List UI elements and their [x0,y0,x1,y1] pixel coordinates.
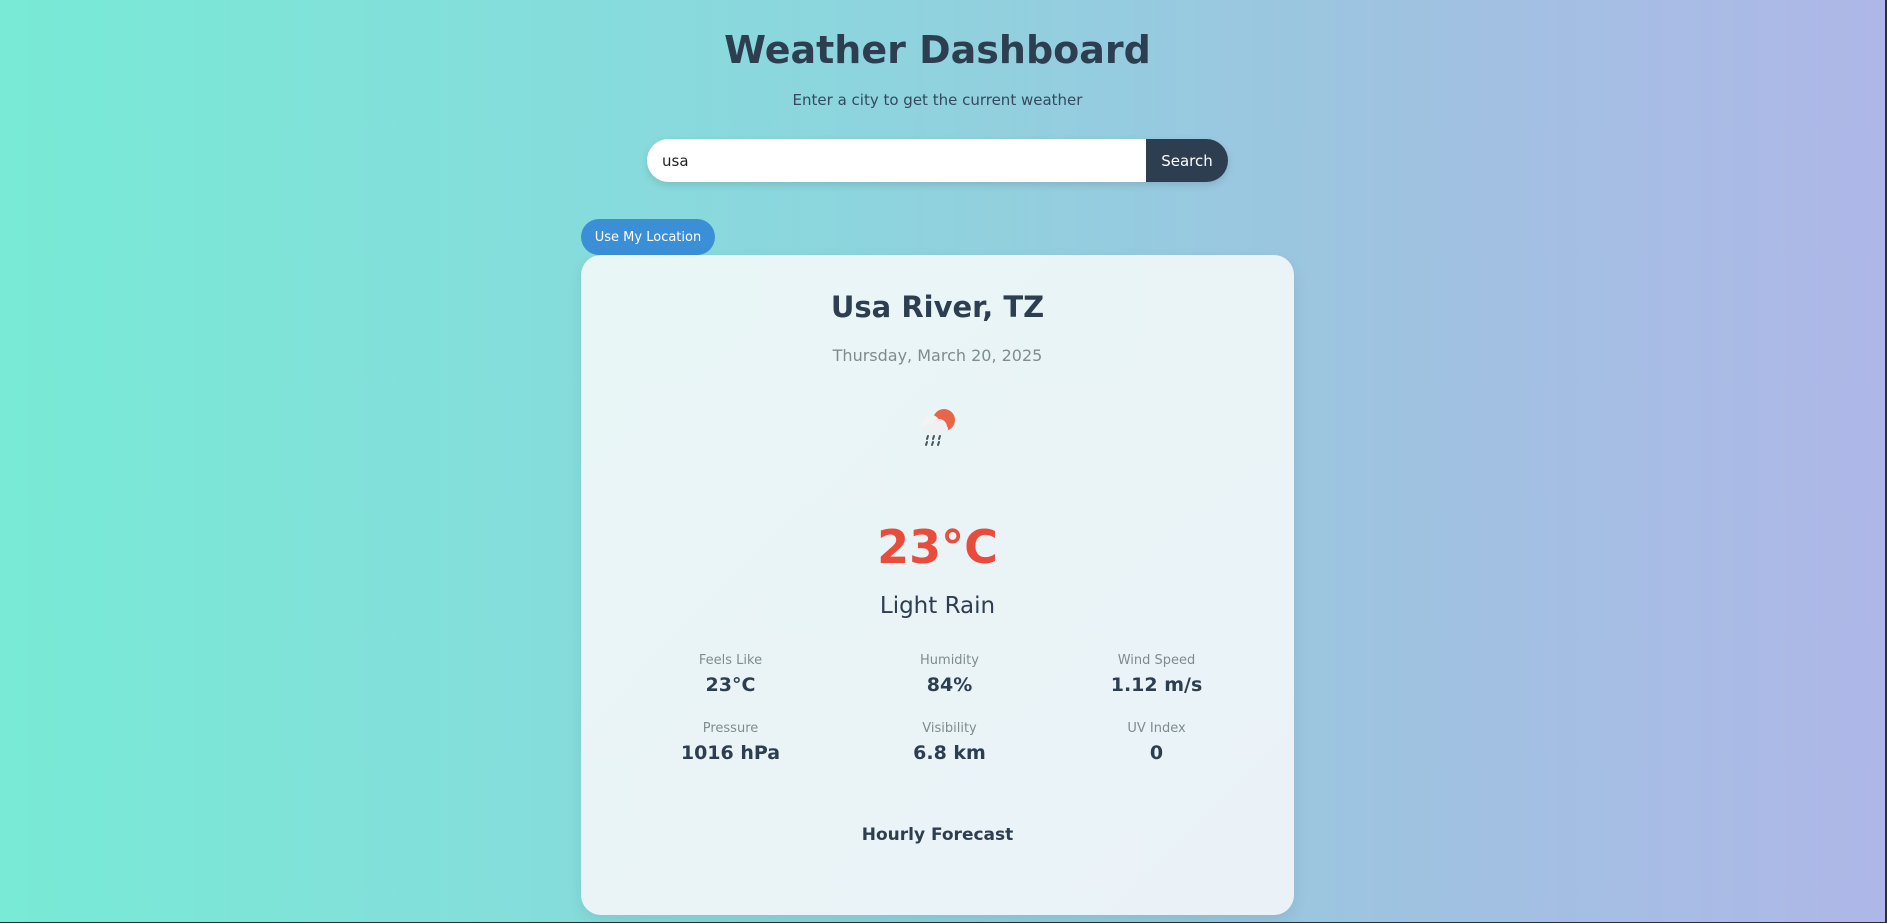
page-subtitle: Enter a city to get the current weather [792,91,1083,109]
detail-label: Wind Speed [1117,653,1196,668]
temperature: 23°C [877,520,998,574]
detail-label: Pressure [702,721,759,736]
detail-label: Humidity [920,653,979,668]
detail-value: 23°C [705,674,756,696]
light-rain-icon [912,403,962,453]
current-date: Thursday, March 20, 2025 [832,346,1043,365]
use-my-location-button[interactable]: Use My Location [581,219,715,255]
hourly-forecast-heading: Hourly Forecast [861,825,1014,845]
weather-condition: Light Rain [879,593,996,619]
detail-value: 6.8 km [913,742,986,764]
detail-visibility: Visibility 6.8 km [840,720,1059,766]
search-button[interactable]: Search [1146,139,1228,182]
detail-feels-like: Feels Like 23°C [621,652,840,698]
page-title: Weather Dashboard [724,28,1151,72]
detail-value: 0 [1149,742,1164,764]
city-name: Usa River, TZ [830,290,1045,324]
search-bar: Search [647,139,1228,182]
detail-pressure: Pressure 1016 hPa [621,720,840,766]
detail-value: 1.12 m/s [1110,674,1203,696]
detail-humidity: Humidity 84% [840,652,1059,698]
detail-value: 84% [926,674,973,696]
detail-label: UV Index [1127,721,1186,736]
detail-label: Feels Like [698,653,763,668]
weather-details-grid: Feels Like 23°C Humidity 84% Wind Speed … [621,652,1254,766]
city-search-input[interactable] [647,139,1146,182]
detail-value: 1016 hPa [680,742,781,764]
weather-card: Usa River, TZ Thursday, March 20, 2025 2… [581,255,1294,915]
detail-wind-speed: Wind Speed 1.12 m/s [1059,652,1254,698]
detail-uv-index: UV Index 0 [1059,720,1254,766]
detail-label: Visibility [922,721,977,736]
